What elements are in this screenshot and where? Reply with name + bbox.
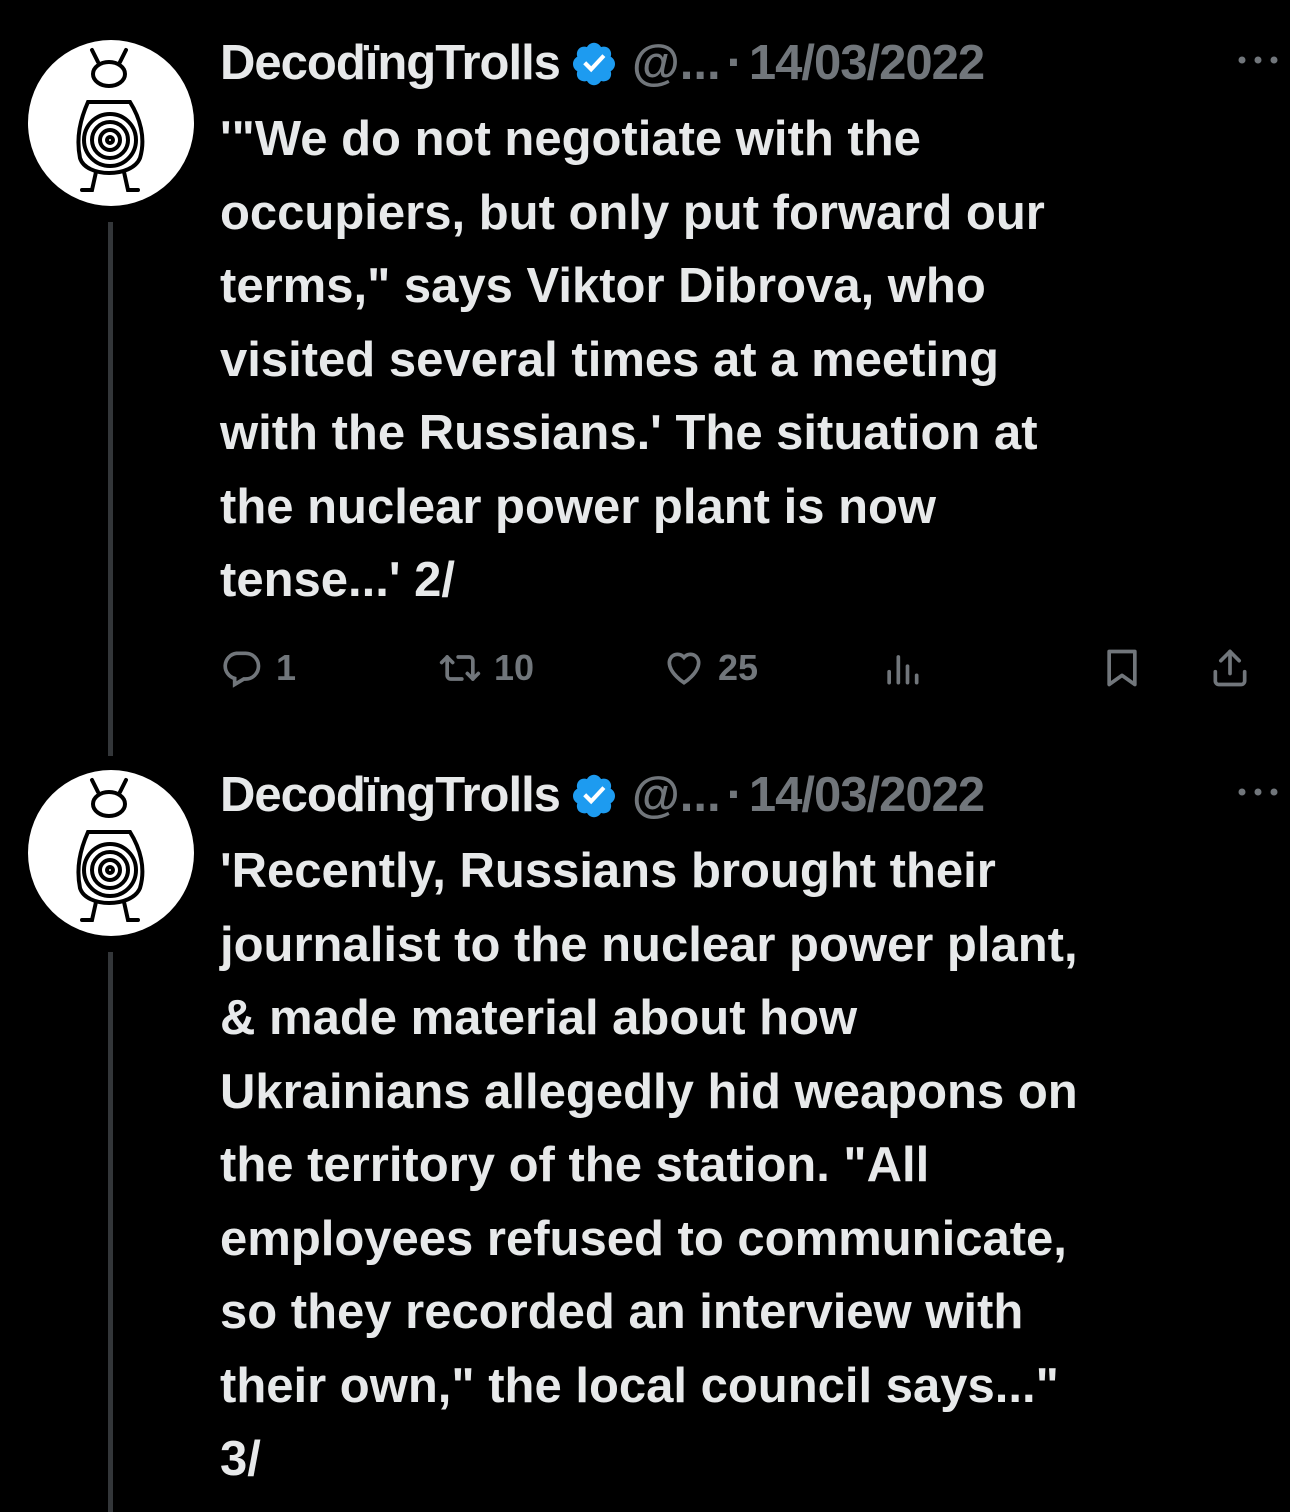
retweet-button[interactable]: 10	[438, 640, 534, 696]
reply-count: 1	[276, 647, 297, 688]
like-count: 25	[718, 647, 759, 688]
tweet-date[interactable]: 14/03/2022	[749, 770, 985, 820]
avatar[interactable]	[28, 770, 194, 936]
snail-logo-icon	[76, 778, 145, 922]
tweet-text: '"We do not negotiate with the occupiers…	[220, 112, 1045, 607]
reply-icon	[223, 651, 261, 688]
share-icon	[1213, 649, 1247, 687]
separator: ·	[726, 35, 743, 90]
author-name[interactable]: DecodïngTrolls	[220, 38, 561, 88]
separator: ·	[726, 767, 743, 822]
share-button[interactable]	[1208, 640, 1252, 696]
more-options-icon[interactable]	[1236, 782, 1280, 802]
action-bar: 1 10 25	[220, 640, 1260, 696]
snail-logo-icon	[76, 48, 145, 192]
tweet-header: DecodïngTrolls @... · 14/03/2022	[220, 28, 1260, 98]
tweet-header: DecodïngTrolls @... · 14/03/2022	[220, 760, 1260, 830]
author-handle[interactable]: @...	[632, 770, 721, 820]
author-handle[interactable]: @...	[632, 38, 721, 88]
author-name[interactable]: DecodïngTrolls	[220, 770, 561, 820]
like-button[interactable]: 25	[662, 640, 758, 696]
reply-button[interactable]: 1	[220, 640, 296, 696]
avatar[interactable]	[28, 40, 194, 206]
more-options-icon[interactable]	[1236, 50, 1280, 70]
bookmark-button[interactable]	[1100, 640, 1144, 696]
verified-badge-icon	[572, 774, 615, 818]
retweet-icon	[439, 655, 481, 681]
verified-badge-icon	[572, 42, 615, 86]
views-button[interactable]	[880, 640, 924, 696]
bookmark-icon	[1107, 649, 1137, 687]
retweet-count: 10	[494, 647, 535, 688]
thread-line	[108, 222, 113, 756]
thread-line	[108, 952, 113, 1512]
tweet-text: 'Recently, Russians brought their journa…	[220, 844, 1078, 1486]
tweet[interactable]: DecodïngTrolls @... · 14/03/2022 '"We do…	[0, 0, 1290, 760]
views-icon	[887, 655, 919, 685]
tweet[interactable]: DecodïngTrolls @... · 14/03/2022 'Recent…	[0, 760, 1290, 1512]
heart-icon	[667, 652, 701, 685]
tweet-date[interactable]: 14/03/2022	[749, 38, 985, 88]
